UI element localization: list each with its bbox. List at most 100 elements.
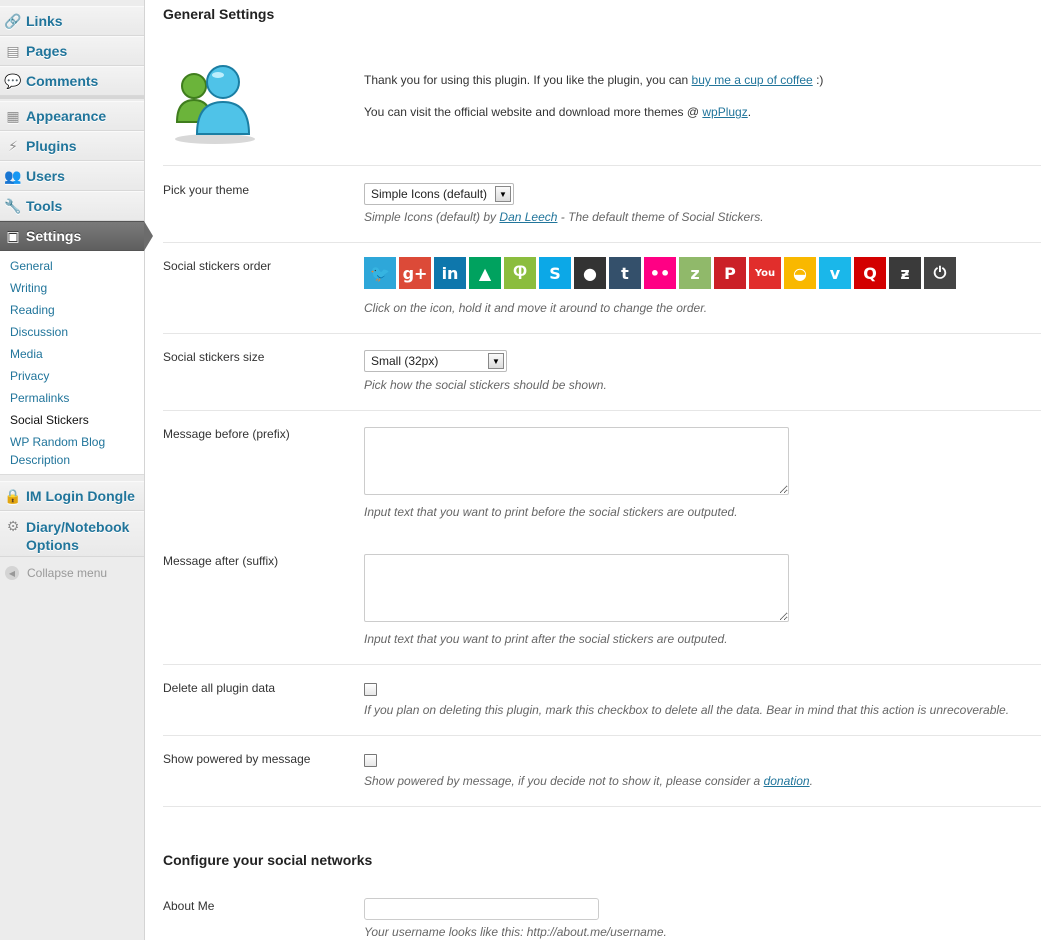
sidebar-item-comments[interactable]: 💬 Comments (0, 66, 144, 96)
sidebar-item-tools[interactable]: 🔧 Tools (0, 191, 144, 221)
sidebar-item-label: Plugins (26, 138, 77, 154)
sidebar-item-im-login-dongle[interactable]: 🔒 IM Login Dongle (0, 481, 144, 511)
settings-submenu: General Writing Reading Discussion Media… (0, 251, 144, 475)
sidebar-item-users[interactable]: 👥 Users (0, 161, 144, 191)
delete-data-checkbox[interactable] (364, 683, 377, 696)
divider (163, 165, 1041, 166)
sidebar-item-label: Diary/Notebook Options (26, 518, 129, 554)
sidebar-item-pages[interactable]: ▤ Pages (0, 36, 144, 66)
pinboard-sticker-icon[interactable]: ▲ (469, 257, 501, 289)
settings-icon: ▣ (6, 228, 20, 244)
pinterest-sticker-icon[interactable]: P (714, 257, 746, 289)
divider (163, 664, 1041, 665)
flickr-sticker-icon[interactable]: •• (644, 257, 676, 289)
chevron-down-icon: ▼ (495, 186, 511, 202)
meetup-sticker-icon[interactable]: Ⴔ (504, 257, 536, 289)
sidebar-item-label: Links (26, 13, 63, 29)
delete-data-description: If you plan on deleting this plugin, mar… (364, 703, 1010, 717)
zerply-sticker-icon[interactable]: z (679, 257, 711, 289)
visit-text: You can visit the official website and d… (364, 105, 703, 119)
delete-data-label: Delete all plugin data (163, 681, 276, 695)
thanks-message: Thank you for using this plugin. If you … (364, 73, 823, 87)
sidebar-item-label: Settings (26, 228, 82, 244)
sidebar-item-diary-notebook[interactable]: ⚙ Diary/Notebook Options (0, 511, 144, 557)
sidebar-item-label: Comments (26, 73, 99, 89)
divider (163, 735, 1041, 736)
sidebar-item-plugins[interactable]: ⚡ Plugins (0, 131, 144, 161)
appearance-icon: ▦ (6, 108, 20, 124)
suffix-textarea[interactable] (364, 554, 789, 622)
grooveshark-sticker-icon[interactable]: ◒ (784, 257, 816, 289)
donation-link[interactable]: donation (764, 774, 810, 788)
visit-message: You can visit the official website and d… (364, 105, 751, 119)
divider (163, 806, 1041, 807)
submenu-item-general[interactable]: General (10, 257, 53, 275)
power-sticker-icon[interactable]: ⏻ (924, 257, 956, 289)
submenu-item-writing[interactable]: Writing (10, 279, 47, 297)
prefix-textarea[interactable] (364, 427, 789, 495)
users-avatar-logo-icon (175, 65, 255, 144)
main-content: General Settings Thank you for using thi… (145, 0, 1041, 940)
thanks-text: Thank you for using this plugin. If you … (364, 73, 692, 87)
powered-by-checkbox[interactable] (364, 754, 377, 767)
about-me-input[interactable] (364, 898, 599, 920)
submenu-item-privacy[interactable]: Privacy (10, 367, 49, 385)
submenu-item-wp-random-blog[interactable]: WP Random Blog (10, 433, 105, 451)
suffix-description: Input text that you want to print after … (364, 632, 728, 646)
divider (163, 242, 1041, 243)
about-me-description: Your username looks like this: http://ab… (364, 925, 667, 939)
theme-select-value: Simple Icons (default) (371, 187, 488, 201)
wpplugz-link[interactable]: wpPlugz (702, 105, 747, 119)
visit-tail: . (747, 105, 752, 119)
zootool-sticker-icon[interactable]: ƶ (889, 257, 921, 289)
theme-select[interactable]: Simple Icons (default) ▼ (364, 183, 514, 205)
size-select-value: Small (32px) (371, 354, 439, 368)
youtube-sticker-icon[interactable]: You (749, 257, 781, 289)
lock-icon: 🔒 (4, 488, 22, 504)
sidebar-item-settings[interactable]: ▣ Settings (0, 221, 144, 251)
sidebar-item-label: IM Login Dongle (26, 488, 135, 504)
collapse-menu-label: Collapse menu (27, 566, 108, 580)
dan-leech-link[interactable]: Dan Leech (499, 210, 557, 224)
theme-label: Pick your theme (163, 183, 250, 197)
tumblr-sticker-icon[interactable]: t (609, 257, 641, 289)
pages-icon: ▤ (6, 43, 20, 59)
vimeo-sticker-icon[interactable]: v (819, 257, 851, 289)
sidebar-item-links[interactable]: 🔗 Links (0, 6, 144, 36)
theme-desc-pre: Simple Icons (default) by (364, 210, 500, 224)
comments-icon: 💬 (4, 73, 22, 89)
submenu-item-social-stickers[interactable]: Social Stickers (10, 411, 89, 429)
submenu-item-discussion[interactable]: Discussion (10, 323, 68, 341)
menu-separator (0, 96, 144, 99)
size-select[interactable]: Small (32px) ▼ (364, 350, 507, 372)
submenu-item-permalinks[interactable]: Permalinks (10, 389, 69, 407)
googleplus-sticker-icon[interactable]: g+ (399, 257, 431, 289)
linkedin-sticker-icon[interactable]: in (434, 257, 466, 289)
submenu-item-media[interactable]: Media (10, 345, 43, 363)
chevron-down-icon: ▼ (488, 353, 504, 369)
powered-desc-pre: Show powered by message, if you decide n… (364, 774, 764, 788)
divider (163, 333, 1041, 334)
github-sticker-icon[interactable]: ● (574, 257, 606, 289)
powered-by-description: Show powered by message, if you decide n… (364, 774, 813, 788)
plugins-icon: ⚡ (8, 138, 18, 154)
twitter-sticker-icon[interactable]: 🐦 (364, 257, 396, 289)
quora-sticker-icon[interactable]: Q (854, 257, 886, 289)
submenu-item-reading[interactable]: Reading (10, 301, 55, 319)
powered-by-label: Show powered by message (163, 752, 311, 766)
skype-sticker-icon[interactable]: S (539, 257, 571, 289)
submenu-item-description[interactable]: Description (10, 451, 70, 469)
buy-coffee-link[interactable]: buy me a cup of coffee (692, 73, 813, 87)
sidebar-item-appearance[interactable]: ▦ Appearance (0, 101, 144, 131)
collapse-menu-button[interactable]: ◀ Collapse menu (5, 566, 107, 580)
size-description: Pick how the social stickers should be s… (364, 378, 607, 392)
about-me-label: About Me (163, 899, 215, 913)
prefix-label: Message before (prefix) (163, 427, 290, 441)
prefix-description: Input text that you want to print before… (364, 505, 738, 519)
divider (163, 410, 1041, 411)
users-icon: 👥 (4, 168, 22, 184)
links-icon: 🔗 (4, 13, 22, 29)
thanks-tail: :) (812, 73, 824, 87)
order-label: Social stickers order (163, 259, 272, 273)
powered-desc-post: . (809, 774, 813, 788)
